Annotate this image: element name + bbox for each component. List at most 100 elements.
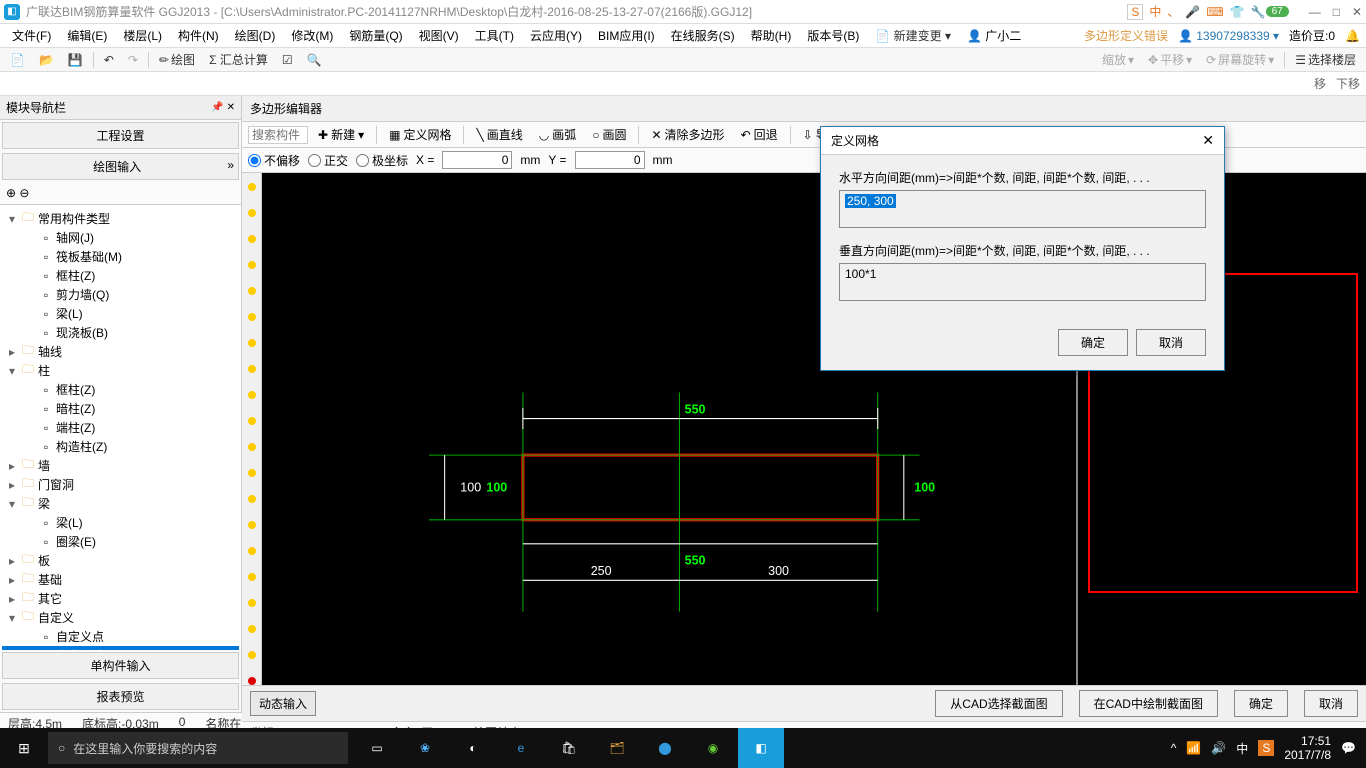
draw-input-button[interactable]: 绘图输入 » (2, 153, 239, 180)
sogou-icon[interactable]: S (1258, 740, 1274, 756)
dialog-ok-button[interactable]: 确定 (1058, 329, 1128, 356)
ok-button[interactable]: 确定 (1234, 690, 1288, 717)
menu-help[interactable]: 帮助(H) (745, 25, 798, 46)
opt-no-offset[interactable]: 不偏移 (248, 152, 300, 169)
tree-item[interactable]: ▫框柱(Z) (2, 266, 239, 285)
bell-icon[interactable]: 🔔 (1345, 29, 1360, 43)
clear-polygon-button[interactable]: ✕ 清除多边形 (645, 124, 730, 145)
in-cad-button[interactable]: 在CAD中绘制截面图 (1079, 690, 1218, 717)
tree-item[interactable]: ▸🗀轴线 (2, 342, 239, 361)
ime-bar[interactable]: S 中、🎤⌨👕🔧 (1127, 3, 1265, 20)
project-settings-button[interactable]: 工程设置 (2, 122, 239, 149)
tree-item[interactable]: ▫现浇板(B) (2, 323, 239, 342)
tree-item[interactable]: ▫梁(L) (2, 513, 239, 532)
menu-edit[interactable]: 编辑(E) (61, 25, 113, 46)
close-icon[interactable]: ✕ (1352, 5, 1362, 19)
tree-item[interactable]: ▸🗀板 (2, 551, 239, 570)
x-input[interactable] (442, 151, 512, 169)
menu-view[interactable]: 视图(V) (413, 25, 465, 46)
wifi-icon[interactable]: 📶 (1186, 741, 1201, 755)
edge-icon[interactable]: e (498, 728, 544, 768)
user-gxe[interactable]: 👤 广小二 (961, 25, 1027, 46)
max-icon[interactable]: □ (1333, 5, 1340, 19)
pan-button[interactable]: ✥ 平移 ▾ (1144, 51, 1196, 68)
check-icon[interactable]: ☑ (278, 53, 297, 67)
app-icon-3[interactable]: ⬤ (642, 728, 688, 768)
tree-item[interactable]: ▾🗀自定义 (2, 608, 239, 627)
new-button[interactable]: ✚ 新建 ▾ (312, 124, 370, 145)
clock[interactable]: 17:51 2017/7/8 (1284, 734, 1331, 763)
opt-ortho[interactable]: 正交 (308, 152, 348, 169)
undo-button[interactable]: ↶ 回退 (735, 124, 784, 145)
expand-icon[interactable]: ⊕ (6, 186, 16, 200)
search-icon[interactable]: 🔍 (303, 53, 326, 67)
menu-component[interactable]: 构件(N) (172, 25, 225, 46)
app-icon-4[interactable]: ◉ (690, 728, 736, 768)
volume-icon[interactable]: 🔊 (1211, 741, 1226, 755)
tray-up-icon[interactable]: ^ (1171, 741, 1177, 755)
undo-icon[interactable]: ↶ (100, 53, 118, 67)
open-icon[interactable]: 📂 (35, 53, 58, 67)
draw-button[interactable]: ✏ 绘图 (155, 51, 199, 68)
redo-icon[interactable]: ↷ (124, 53, 142, 67)
menu-cloud[interactable]: 云应用(Y) (524, 25, 588, 46)
tree-item[interactable]: ▫自定义线(X)NEW (2, 646, 239, 650)
sum-button[interactable]: Σ 汇总计算 (205, 51, 272, 68)
search-input[interactable] (248, 126, 308, 144)
draw-circle-button[interactable]: ○ 画圆 (586, 124, 632, 145)
tree-item[interactable]: ▫梁(L) (2, 304, 239, 323)
tree-item[interactable]: ▫圈梁(E) (2, 532, 239, 551)
menu-tool[interactable]: 工具(T) (469, 25, 520, 46)
zoom-button[interactable]: 缩放 ▾ (1098, 51, 1138, 68)
ime-tray[interactable]: 中 (1236, 740, 1248, 757)
draw-line-button[interactable]: ╲ 画直线 (470, 124, 528, 145)
tree-item[interactable]: ▸🗀其它 (2, 589, 239, 608)
define-grid-button[interactable]: ▦ 定义网格 (383, 124, 457, 145)
menu-file[interactable]: 文件(F) (6, 25, 57, 46)
menu-draw[interactable]: 绘图(D) (229, 25, 282, 46)
menu-modify[interactable]: 修改(M) (285, 25, 339, 46)
menu-version[interactable]: 版本号(B) (801, 25, 865, 46)
notifications-icon[interactable]: 💬 (1341, 741, 1356, 755)
tree-item[interactable]: ▫构造柱(Z) (2, 437, 239, 456)
save-icon[interactable]: 💾 (64, 53, 87, 67)
tree-item[interactable]: ▸🗀门窗洞 (2, 475, 239, 494)
tree-item[interactable]: ▾🗀柱 (2, 361, 239, 380)
start-button[interactable]: ⊞ (0, 740, 48, 757)
y-input[interactable] (575, 151, 645, 169)
opt-polar[interactable]: 极坐标 (356, 152, 408, 169)
menu-rebar[interactable]: 钢筋量(Q) (343, 25, 408, 46)
rotate-button[interactable]: ⟳ 屏幕旋转 ▾ (1202, 51, 1278, 68)
tree-item[interactable]: ▫剪力墙(Q) (2, 285, 239, 304)
tree-item[interactable]: ▫端柱(Z) (2, 418, 239, 437)
app-icon-1[interactable]: ❀ (402, 728, 448, 768)
draw-arc-button[interactable]: ◡ 画弧 (533, 124, 583, 145)
single-input-button[interactable]: 单构件输入 (2, 652, 239, 679)
pin-icon[interactable]: 📌 ✕ (211, 102, 235, 113)
h-spacing-input[interactable]: 250, 300 (839, 190, 1206, 228)
tree-item[interactable]: ▫筏板基础(M) (2, 247, 239, 266)
menu-bim[interactable]: BIM应用(I) (592, 25, 661, 46)
dynamic-input-button[interactable]: 动态输入 (250, 691, 316, 716)
tree-item[interactable]: ▫轴网(J) (2, 228, 239, 247)
taskbar-search[interactable]: ○ 在这里输入你要搜索的内容 (48, 732, 348, 764)
polygon-error[interactable]: 多边形定义错误 (1084, 27, 1168, 44)
from-cad-button[interactable]: 从CAD选择截面图 (935, 690, 1062, 717)
tree-item[interactable]: ▾🗀常用构件类型 (2, 209, 239, 228)
tree-item[interactable]: ▫自定义点 (2, 627, 239, 646)
min-icon[interactable]: — (1309, 5, 1321, 19)
select-floor[interactable]: ☰ 选择楼层 (1291, 51, 1360, 68)
move-btn[interactable]: 移 (1314, 75, 1326, 92)
new-change[interactable]: 📄 新建变更 ▾ (869, 25, 957, 46)
tree-item[interactable]: ▫框柱(Z) (2, 380, 239, 399)
dialog-close-icon[interactable]: ✕ (1202, 132, 1214, 149)
store-icon[interactable]: 🛍 (546, 728, 592, 768)
dialog-cancel-button[interactable]: 取消 (1136, 329, 1206, 356)
cancel-button[interactable]: 取消 (1304, 690, 1358, 717)
v-spacing-input[interactable]: 100*1 (839, 263, 1206, 301)
tree-item[interactable]: ▸🗀基础 (2, 570, 239, 589)
menu-floor[interactable]: 楼层(L) (117, 25, 168, 46)
menu-online[interactable]: 在线服务(S) (665, 25, 741, 46)
tree-item[interactable]: ▸🗀墙 (2, 456, 239, 475)
move-down-btn[interactable]: 下移 (1336, 75, 1360, 92)
